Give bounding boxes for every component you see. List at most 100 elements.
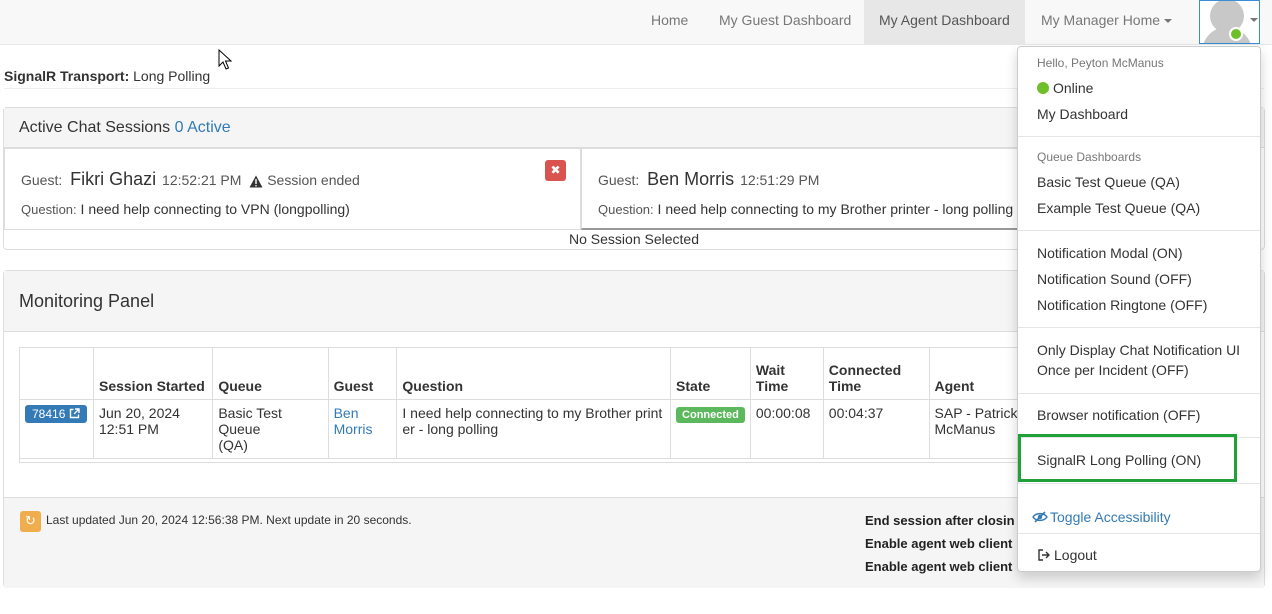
menu-item-notification-sound[interactable]: Notification Sound (OFF) bbox=[1037, 269, 1192, 289]
online-status-icon bbox=[1037, 82, 1049, 94]
divider bbox=[1018, 230, 1260, 231]
menu-item-notification-modal[interactable]: Notification Modal (ON) bbox=[1037, 243, 1183, 263]
session-question: I need help connecting to VPN (longpolli… bbox=[80, 201, 350, 217]
active-count: 0 Active bbox=[174, 119, 231, 136]
nav-home[interactable]: Home bbox=[640, 0, 699, 44]
column-header-question[interactable]: Question bbox=[396, 347, 672, 400]
guest-name: Ben Morris bbox=[647, 169, 735, 189]
user-greeting: Hello, Peyton McManus bbox=[1037, 56, 1164, 70]
session-time: 12:52:21 PM bbox=[162, 172, 242, 188]
column-header-session-started[interactable]: Session Started bbox=[92, 347, 214, 400]
nav-my-manager-home[interactable]: My Manager Home bbox=[1030, 0, 1183, 44]
connected-time-line2: Time bbox=[828, 378, 862, 394]
column-header-wait-time[interactable]: Wait Time bbox=[749, 347, 824, 400]
menu-item-browser-notification[interactable]: Browser notification (OFF) bbox=[1037, 405, 1200, 425]
guest-label: Guest: bbox=[21, 172, 63, 188]
only-display-line2: Once per Incident (OFF) bbox=[1037, 362, 1189, 378]
session-question-line: Question: I need help connecting to VPN … bbox=[21, 201, 350, 217]
menu-item-notification-ringtone[interactable]: Notification Ringtone (OFF) bbox=[1037, 295, 1207, 315]
connected-time-line1: Connected bbox=[828, 362, 902, 378]
queue-dashboards-header: Queue Dashboards bbox=[1037, 150, 1142, 164]
session-card[interactable]: Guest: Ben Morris 12:51:29 PM Question: … bbox=[581, 148, 1021, 230]
divider bbox=[1018, 393, 1260, 394]
enable-web-client-option-label: Enable agent web client bbox=[865, 559, 1013, 574]
warning-icon bbox=[249, 175, 263, 188]
status-badge: Connected bbox=[676, 407, 745, 423]
guest-last: Morris bbox=[333, 421, 373, 437]
agent-line2: McManus bbox=[934, 421, 996, 437]
guest-label: Guest: bbox=[598, 172, 640, 188]
panel-title: Monitoring Panel bbox=[19, 291, 155, 311]
menu-item-example-test-queue[interactable]: Example Test Queue (QA) bbox=[1037, 198, 1200, 218]
cell-state: Connected bbox=[670, 399, 751, 459]
session-guest-line: Guest: Fikri Ghazi 12:52:21 PM Session e… bbox=[21, 169, 360, 190]
question-line2: er - long polling bbox=[402, 421, 499, 437]
toggle-accessibility-label: Toggle Accessibility bbox=[1050, 509, 1171, 525]
column-header-guest[interactable]: Guest bbox=[327, 347, 398, 400]
highlight-annotation-box bbox=[1018, 434, 1237, 482]
monitoring-table: Session Started Queue Guest Question Sta… bbox=[19, 347, 1050, 459]
wait-time-line1: Wait bbox=[755, 362, 785, 378]
cell-wait-time: 00:00:08 bbox=[749, 399, 824, 459]
transport-value: Long Polling bbox=[133, 68, 211, 84]
table-header-row: Session Started Queue Guest Question Sta… bbox=[19, 347, 1050, 400]
wait-time-line2: Time bbox=[755, 378, 789, 394]
logout-icon bbox=[1038, 549, 1050, 561]
external-link-icon bbox=[69, 408, 80, 419]
logout-label: Logout bbox=[1054, 547, 1097, 563]
end-session-option-label: End session after closin bbox=[865, 513, 1015, 528]
divider bbox=[1018, 533, 1260, 534]
signalr-transport-info: SignalR Transport: Long Polling bbox=[4, 68, 210, 84]
menu-item-my-dashboard[interactable]: My Dashboard bbox=[1037, 104, 1128, 124]
table-footer-strip bbox=[19, 451, 1049, 463]
user-dropdown-menu: Hello, Peyton McManus Online My Dashboar… bbox=[1017, 46, 1261, 572]
session-time: 12:51:29 PM bbox=[740, 172, 820, 188]
started-date: Jun 20, 2024 bbox=[98, 405, 180, 421]
menu-item-toggle-accessibility[interactable]: Toggle Accessibility bbox=[1032, 507, 1171, 527]
cell-session-started: Jun 20, 2024 12:51 PM bbox=[92, 399, 214, 459]
session-status: Session ended bbox=[267, 172, 360, 188]
avatar-body bbox=[1202, 27, 1252, 43]
agent-line1: SAP - Patrick bbox=[934, 405, 1018, 421]
eye-slash-icon bbox=[1032, 511, 1048, 523]
user-avatar-menu-button[interactable] bbox=[1199, 0, 1260, 44]
close-icon: ✖ bbox=[550, 163, 561, 177]
chevron-down-icon bbox=[1164, 19, 1173, 24]
enable-web-client-option-label: Enable agent web client bbox=[865, 536, 1013, 551]
column-header-connected-time[interactable]: Connected Time bbox=[822, 347, 930, 400]
cell-guest: Ben Morris bbox=[327, 399, 398, 459]
chevron-down-icon bbox=[1250, 18, 1258, 22]
cell-question: I need help connecting to my Brother pri… bbox=[396, 399, 672, 459]
session-card[interactable]: Guest: Fikri Ghazi 12:52:21 PM Session e… bbox=[4, 148, 581, 230]
guest-link[interactable]: Ben Morris bbox=[334, 405, 373, 437]
online-status-icon bbox=[1229, 27, 1243, 41]
close-session-button[interactable]: ✖ bbox=[545, 160, 566, 181]
refresh-icon[interactable]: ↻ bbox=[20, 511, 41, 532]
divider bbox=[1018, 136, 1260, 137]
column-header-queue[interactable]: Queue bbox=[212, 347, 329, 400]
column-header-state[interactable]: State bbox=[670, 347, 751, 400]
session-id: 78416 bbox=[32, 407, 66, 421]
menu-item-only-display-chat-notification[interactable]: Only Display Chat Notification UI Once pe… bbox=[1037, 340, 1240, 380]
guest-first: Ben bbox=[333, 405, 359, 421]
question-label: Question: bbox=[21, 202, 77, 217]
nav-my-agent-dashboard[interactable]: My Agent Dashboard bbox=[864, 0, 1025, 44]
last-updated-text: Last updated Jun 20, 2024 12:56:38 PM. N… bbox=[46, 513, 412, 527]
chat-sessions-title: Active Chat Sessions bbox=[19, 119, 171, 136]
nav-my-guest-dashboard[interactable]: My Guest Dashboard bbox=[708, 0, 862, 44]
question-label: Question: bbox=[598, 202, 654, 217]
open-session-button[interactable]: 78416 bbox=[25, 405, 87, 423]
session-guest-line: Guest: Ben Morris 12:51:29 PM bbox=[598, 169, 819, 190]
online-status-item[interactable]: Online bbox=[1037, 78, 1093, 98]
queue-line1: Basic Test Queue bbox=[218, 405, 282, 437]
cell-queue: Basic Test Queue (QA) bbox=[212, 399, 329, 459]
menu-item-logout[interactable]: Logout bbox=[1038, 545, 1097, 565]
panel-title: Active Chat Sessions 0 Active bbox=[19, 119, 231, 137]
menu-item-basic-test-queue[interactable]: Basic Test Queue (QA) bbox=[1037, 172, 1180, 192]
started-time: 12:51 PM bbox=[98, 421, 159, 437]
online-label: Online bbox=[1053, 80, 1094, 96]
table-row: 78416 Jun 20, 2024 12:51 PM Basic Test Qu… bbox=[19, 399, 1050, 459]
only-display-line1: Only Display Chat Notification UI bbox=[1037, 342, 1241, 358]
cell-connected-time: 00:04:37 bbox=[822, 399, 930, 459]
guest-name: Fikri Ghazi bbox=[70, 169, 157, 189]
